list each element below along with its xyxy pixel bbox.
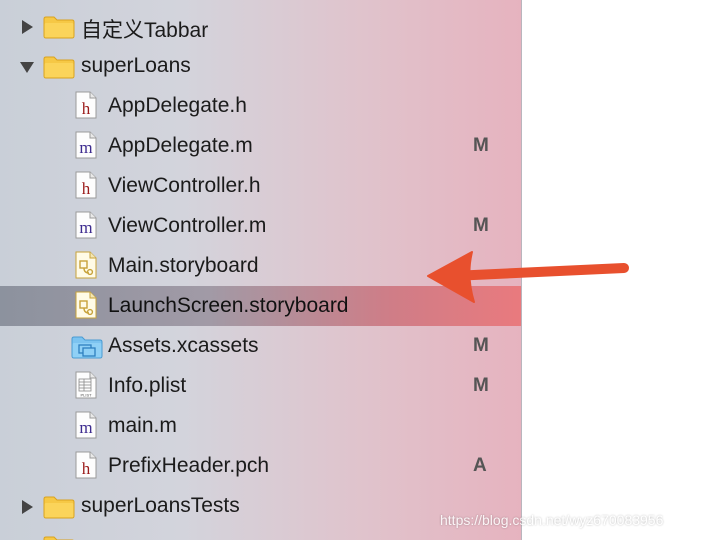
disclosure-collapsed-icon[interactable] — [19, 499, 35, 515]
implementation-file-icon: m — [75, 211, 97, 239]
file-row-prefixheader-pch[interactable]: h PrefixHeader.pch A — [0, 446, 521, 486]
folder-row-custom-tabbar[interactable]: 自定义Tabbar — [0, 6, 521, 46]
header-file-icon: h — [75, 91, 97, 119]
arrow-head — [427, 251, 475, 303]
file-row-appdelegate-m[interactable]: m AppDelegate.m M — [0, 126, 521, 166]
svg-text:m: m — [79, 218, 92, 237]
header-file-icon: h — [75, 451, 97, 479]
folder-icon — [43, 56, 75, 79]
row-label: PrefixHeader.pch — [108, 454, 270, 477]
file-icon-partial — [75, 0, 97, 4]
svg-text:h: h — [82, 99, 91, 118]
row-label: AppDelegate.h — [108, 94, 247, 117]
implementation-file-icon: m — [75, 411, 97, 439]
svg-text:m: m — [79, 418, 92, 437]
row-label: superLoansTests — [81, 494, 240, 517]
row-label: AppDelegate.m — [108, 134, 253, 157]
disclosure-expanded-icon[interactable] — [19, 59, 35, 75]
git-status-badge: M — [473, 135, 489, 156]
svg-text:h: h — [82, 179, 91, 198]
row-label: 自定义Tabbar — [81, 19, 209, 42]
file-row-appdelegate-h[interactable]: h AppDelegate.h — [0, 86, 521, 126]
svg-text:h: h — [82, 459, 91, 478]
header-file-icon: h — [75, 171, 97, 199]
row-label: LaunchScreen.storyboard — [108, 294, 349, 317]
annotation-arrow-icon — [427, 251, 629, 303]
git-status-badge: M — [473, 375, 489, 396]
asset-catalog-icon — [71, 336, 103, 359]
folder-icon — [43, 496, 75, 519]
file-row-viewcontroller-h[interactable]: h ViewController.h — [0, 166, 521, 206]
git-status-badge: M — [473, 335, 489, 356]
storyboard-file-icon — [75, 291, 97, 319]
file-row-viewcontroller-m[interactable]: m ViewController.m M — [0, 206, 521, 246]
folder-icon — [43, 16, 75, 39]
svg-text:m: m — [79, 138, 92, 157]
folder-row-partial[interactable] — [0, 526, 521, 540]
row-label: main.m — [108, 414, 177, 437]
row-label: ViewController.h — [108, 174, 261, 197]
svg-text:PLIST: PLIST — [80, 393, 92, 398]
git-status-badge: A — [473, 455, 487, 476]
arrow-shaft — [447, 263, 629, 281]
row-label: Main.storyboard — [108, 254, 259, 277]
row-label: superLoans — [81, 54, 191, 77]
watermark: https://blog.csdn.net/wyz670083956 — [440, 512, 664, 528]
implementation-file-icon: m — [75, 131, 97, 159]
storyboard-file-icon — [75, 251, 97, 279]
git-status-badge: M — [473, 215, 489, 236]
row-label: Assets.xcassets — [108, 334, 259, 357]
folder-icon — [43, 536, 74, 540]
file-row-info-plist[interactable]: PLIST Info.plist M — [0, 366, 521, 406]
row-label: Info.plist — [108, 374, 187, 397]
row-label: ViewController.m — [108, 214, 267, 237]
disclosure-collapsed-icon[interactable] — [19, 19, 35, 35]
folder-row-superloans[interactable]: superLoans — [0, 46, 521, 86]
file-row-main-m[interactable]: m main.m — [0, 406, 521, 446]
plist-file-icon: PLIST — [75, 371, 97, 399]
file-row-assets[interactable]: Assets.xcassets M — [0, 326, 521, 366]
